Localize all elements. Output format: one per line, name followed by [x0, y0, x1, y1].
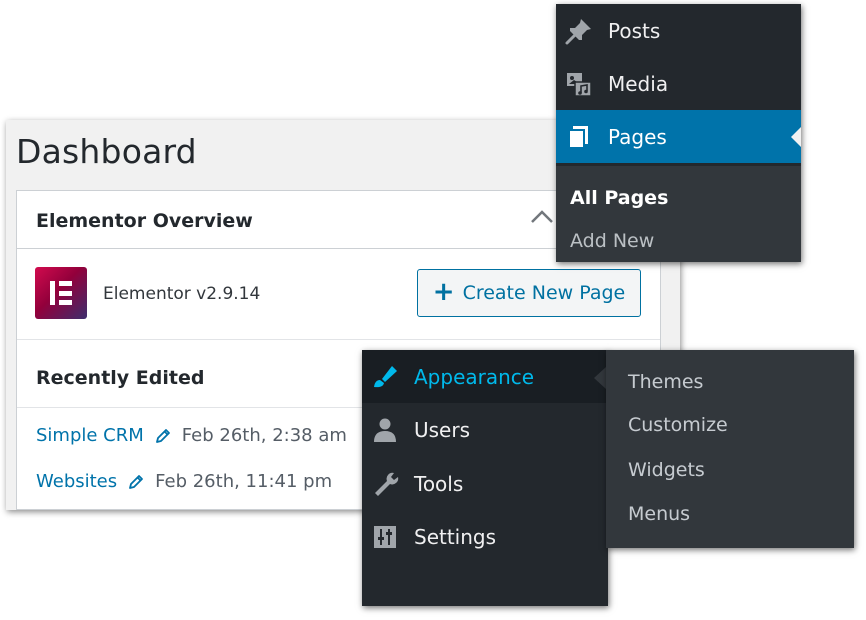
submenu-item-add-new[interactable]: Add New	[570, 230, 654, 252]
pencil-icon[interactable]	[127, 473, 145, 491]
appearance-flyout-submenu: Themes Customize Widgets Menus	[606, 350, 854, 548]
menu-item-appearance[interactable]: Appearance	[362, 350, 608, 403]
pushpin-icon	[565, 18, 591, 44]
elementor-version: Elementor v2.9.14	[103, 284, 261, 304]
menu-item-media[interactable]: Media	[556, 57, 801, 110]
list-item: Websites Feb 26th, 11:41 pm	[36, 471, 332, 492]
plus-icon: +	[432, 276, 455, 307]
active-indicator	[791, 126, 801, 147]
chevron-up-icon[interactable]	[529, 207, 555, 227]
menu-item-label: Tools	[414, 471, 464, 496]
menu-item-label: Users	[414, 417, 471, 442]
menu-item-label: Pages	[608, 124, 667, 149]
menu-item-posts[interactable]: Posts	[556, 4, 801, 57]
list-item: Simple CRM Feb 26th, 2:38 am	[36, 425, 347, 446]
menu-item-users[interactable]: Users	[362, 403, 608, 456]
submenu-item-widgets[interactable]: Widgets	[628, 459, 705, 481]
media-icon	[567, 72, 592, 97]
recent-item-date: Feb 26th, 2:38 am	[181, 425, 347, 446]
recent-item-link[interactable]: Simple CRM	[36, 425, 144, 446]
submenu-item-menus[interactable]: Menus	[628, 503, 690, 525]
menu-item-pages[interactable]: Pages	[556, 110, 801, 163]
page-title: Dashboard	[16, 132, 197, 171]
pages-icon	[568, 125, 588, 149]
pages-submenu: All Pages Add New	[556, 166, 801, 262]
submenu-item-all-pages[interactable]: All Pages	[570, 187, 668, 209]
user-icon	[374, 418, 396, 442]
create-new-page-button[interactable]: + Create New Page	[417, 269, 641, 317]
divider	[17, 339, 660, 340]
menu-item-tools[interactable]: Tools	[362, 457, 608, 510]
submenu-item-themes[interactable]: Themes	[628, 371, 703, 393]
paintbrush-icon	[374, 365, 397, 387]
admin-menu-top: Posts Media Pages All Pages Add New	[556, 4, 801, 262]
menu-item-label: Appearance	[414, 364, 535, 389]
flyout-pointer	[594, 367, 606, 389]
recently-edited-heading: Recently Edited	[36, 367, 205, 389]
elementor-logo	[35, 267, 87, 319]
submenu-item-customize[interactable]: Customize	[628, 414, 728, 436]
menu-item-label: Media	[608, 71, 669, 96]
settings-sliders-icon	[374, 525, 396, 548]
admin-menu-bottom: Appearance Users Tools Settings	[362, 350, 608, 606]
recent-item-date: Feb 26th, 11:41 pm	[155, 471, 333, 492]
menu-item-label: Settings	[414, 524, 497, 549]
wrench-icon	[375, 472, 399, 496]
menu-item-label: Posts	[608, 18, 661, 43]
pencil-icon[interactable]	[154, 427, 172, 445]
menu-item-settings[interactable]: Settings	[362, 510, 608, 563]
create-new-page-label: Create New Page	[462, 282, 626, 304]
widget-title: Elementor Overview	[36, 210, 253, 232]
recent-item-link[interactable]: Websites	[36, 471, 117, 492]
